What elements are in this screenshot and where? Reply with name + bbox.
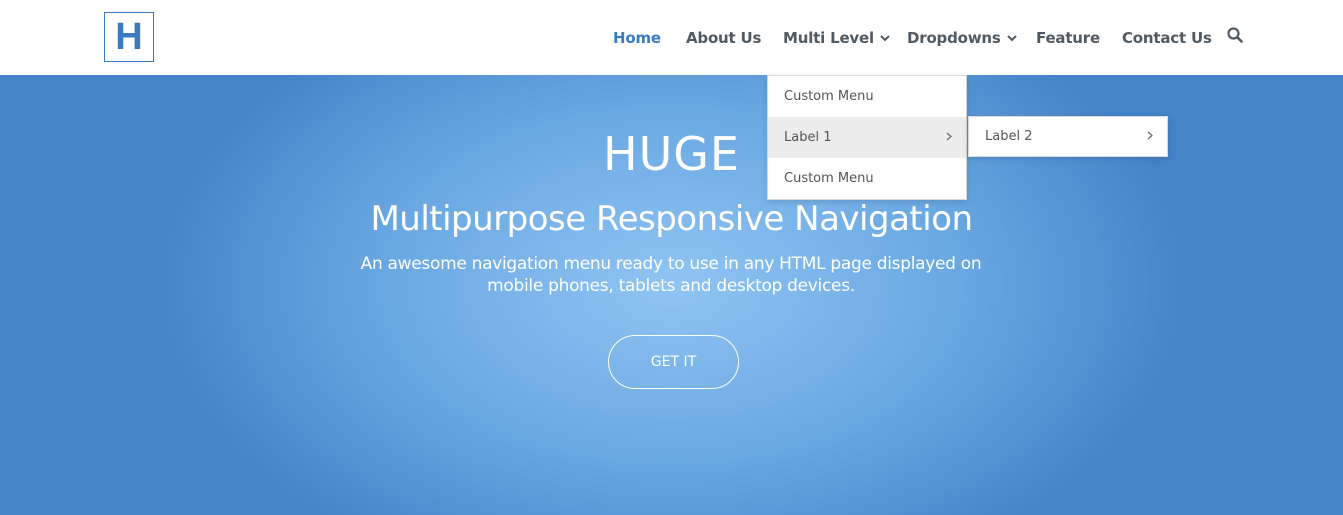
- dropdown-item-label: Custom Menu: [784, 171, 874, 186]
- hero-subtitle: Multipurpose Responsive Navigation: [370, 199, 973, 239]
- dropdown-item-custom-menu[interactable]: Custom Menu: [768, 76, 966, 117]
- dropdown-item-label-1[interactable]: Label 1: [768, 117, 966, 158]
- nav-item-contact-us[interactable]: Contact Us: [1122, 27, 1212, 49]
- nav-item-label: Dropdowns: [907, 29, 1001, 47]
- hero-description: An awesome navigation menu ready to use …: [360, 254, 982, 296]
- dropdown-item-custom-menu[interactable]: Custom Menu: [768, 158, 966, 199]
- chevron-right-icon: [946, 130, 952, 145]
- nav-item-label: Contact Us: [1122, 29, 1212, 47]
- nav-item-label: Feature: [1036, 29, 1100, 47]
- chevron-down-icon: [1006, 34, 1017, 42]
- nav-item-about-us[interactable]: About Us: [686, 27, 761, 49]
- multi-level-submenu: Label 2: [968, 116, 1168, 157]
- nav-item-label: About Us: [686, 29, 762, 47]
- chevron-down-icon: [880, 34, 890, 42]
- nav-item-label: Multi Level: [783, 29, 874, 47]
- nav-item-multi-level[interactable]: Multi Level: [783, 27, 890, 49]
- submenu-item-label-2[interactable]: Label 2: [969, 117, 1167, 156]
- nav-item-feature[interactable]: Feature: [1036, 27, 1100, 49]
- nav-item-dropdowns[interactable]: Dropdowns: [907, 27, 1017, 49]
- dropdown-item-label: Custom Menu: [784, 89, 874, 104]
- multi-level-dropdown: Custom Menu Label 1 Custom Menu: [767, 75, 967, 200]
- search-icon[interactable]: [1227, 27, 1245, 45]
- nav-item-home[interactable]: Home: [613, 27, 661, 49]
- nav-item-label: Home: [613, 29, 661, 47]
- logo[interactable]: H: [104, 12, 154, 62]
- top-navbar: H Home About Us Multi Level Dropdowns Fe…: [0, 0, 1343, 75]
- chevron-right-icon: [1147, 129, 1153, 144]
- submenu-item-label: Label 2: [985, 129, 1033, 144]
- dropdown-item-label: Label 1: [784, 130, 832, 145]
- get-it-button[interactable]: GET IT: [608, 335, 739, 389]
